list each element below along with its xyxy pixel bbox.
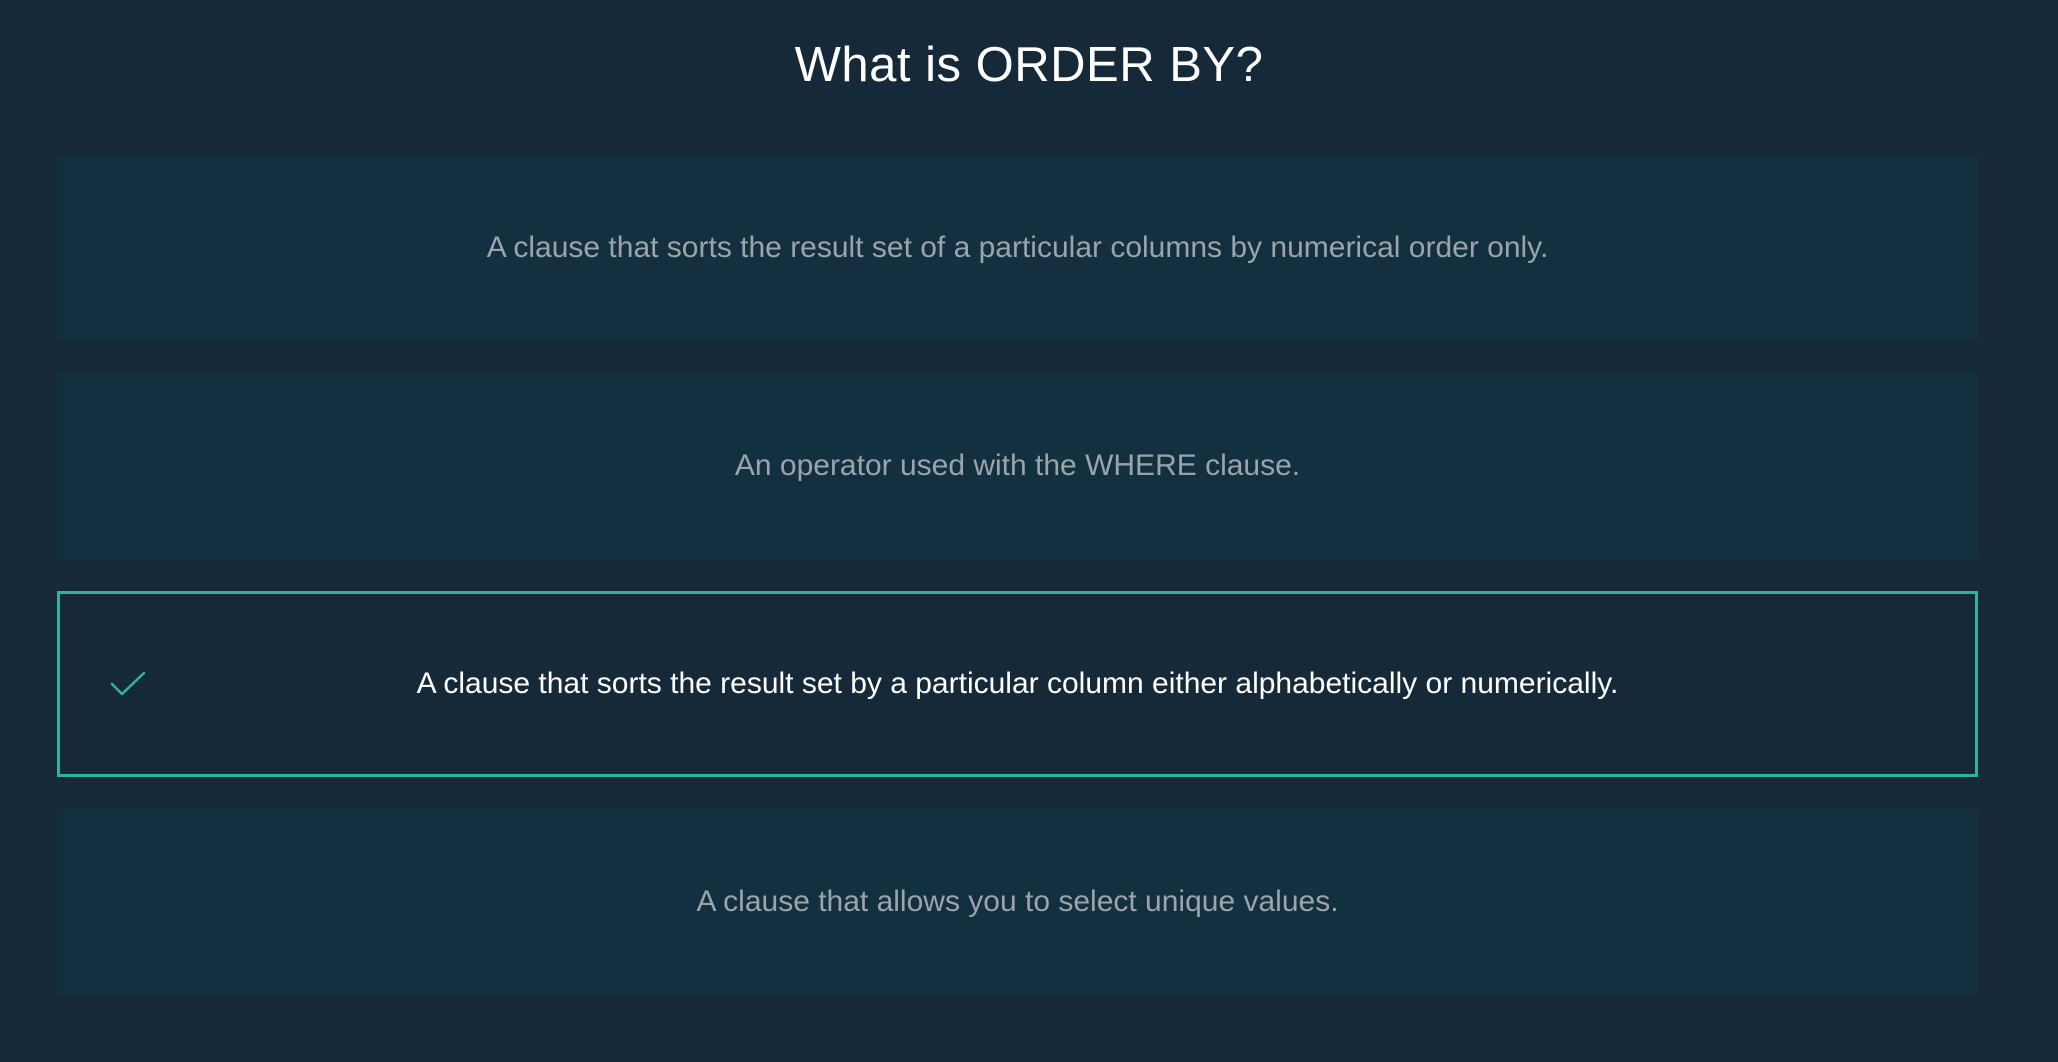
check-icon [110, 671, 146, 697]
answer-options: A clause that sorts the result set of a … [57, 155, 1978, 995]
answer-option-3-selected[interactable]: A clause that sorts the result set by a … [57, 591, 1978, 777]
question-title: What is ORDER BY? [794, 38, 1264, 92]
answer-option-label: An operator used with the WHERE clause. [734, 449, 1301, 482]
answer-option-1[interactable]: A clause that sorts the result set of a … [57, 155, 1978, 341]
answer-option-4[interactable]: A clause that allows you to select uniqu… [57, 809, 1978, 995]
answer-option-label: A clause that sorts the result set by a … [416, 667, 1619, 700]
answer-option-2[interactable]: An operator used with the WHERE clause. [57, 373, 1978, 559]
answer-option-label: A clause that sorts the result set of a … [486, 231, 1549, 264]
answer-option-label: A clause that allows you to select uniqu… [696, 885, 1339, 918]
